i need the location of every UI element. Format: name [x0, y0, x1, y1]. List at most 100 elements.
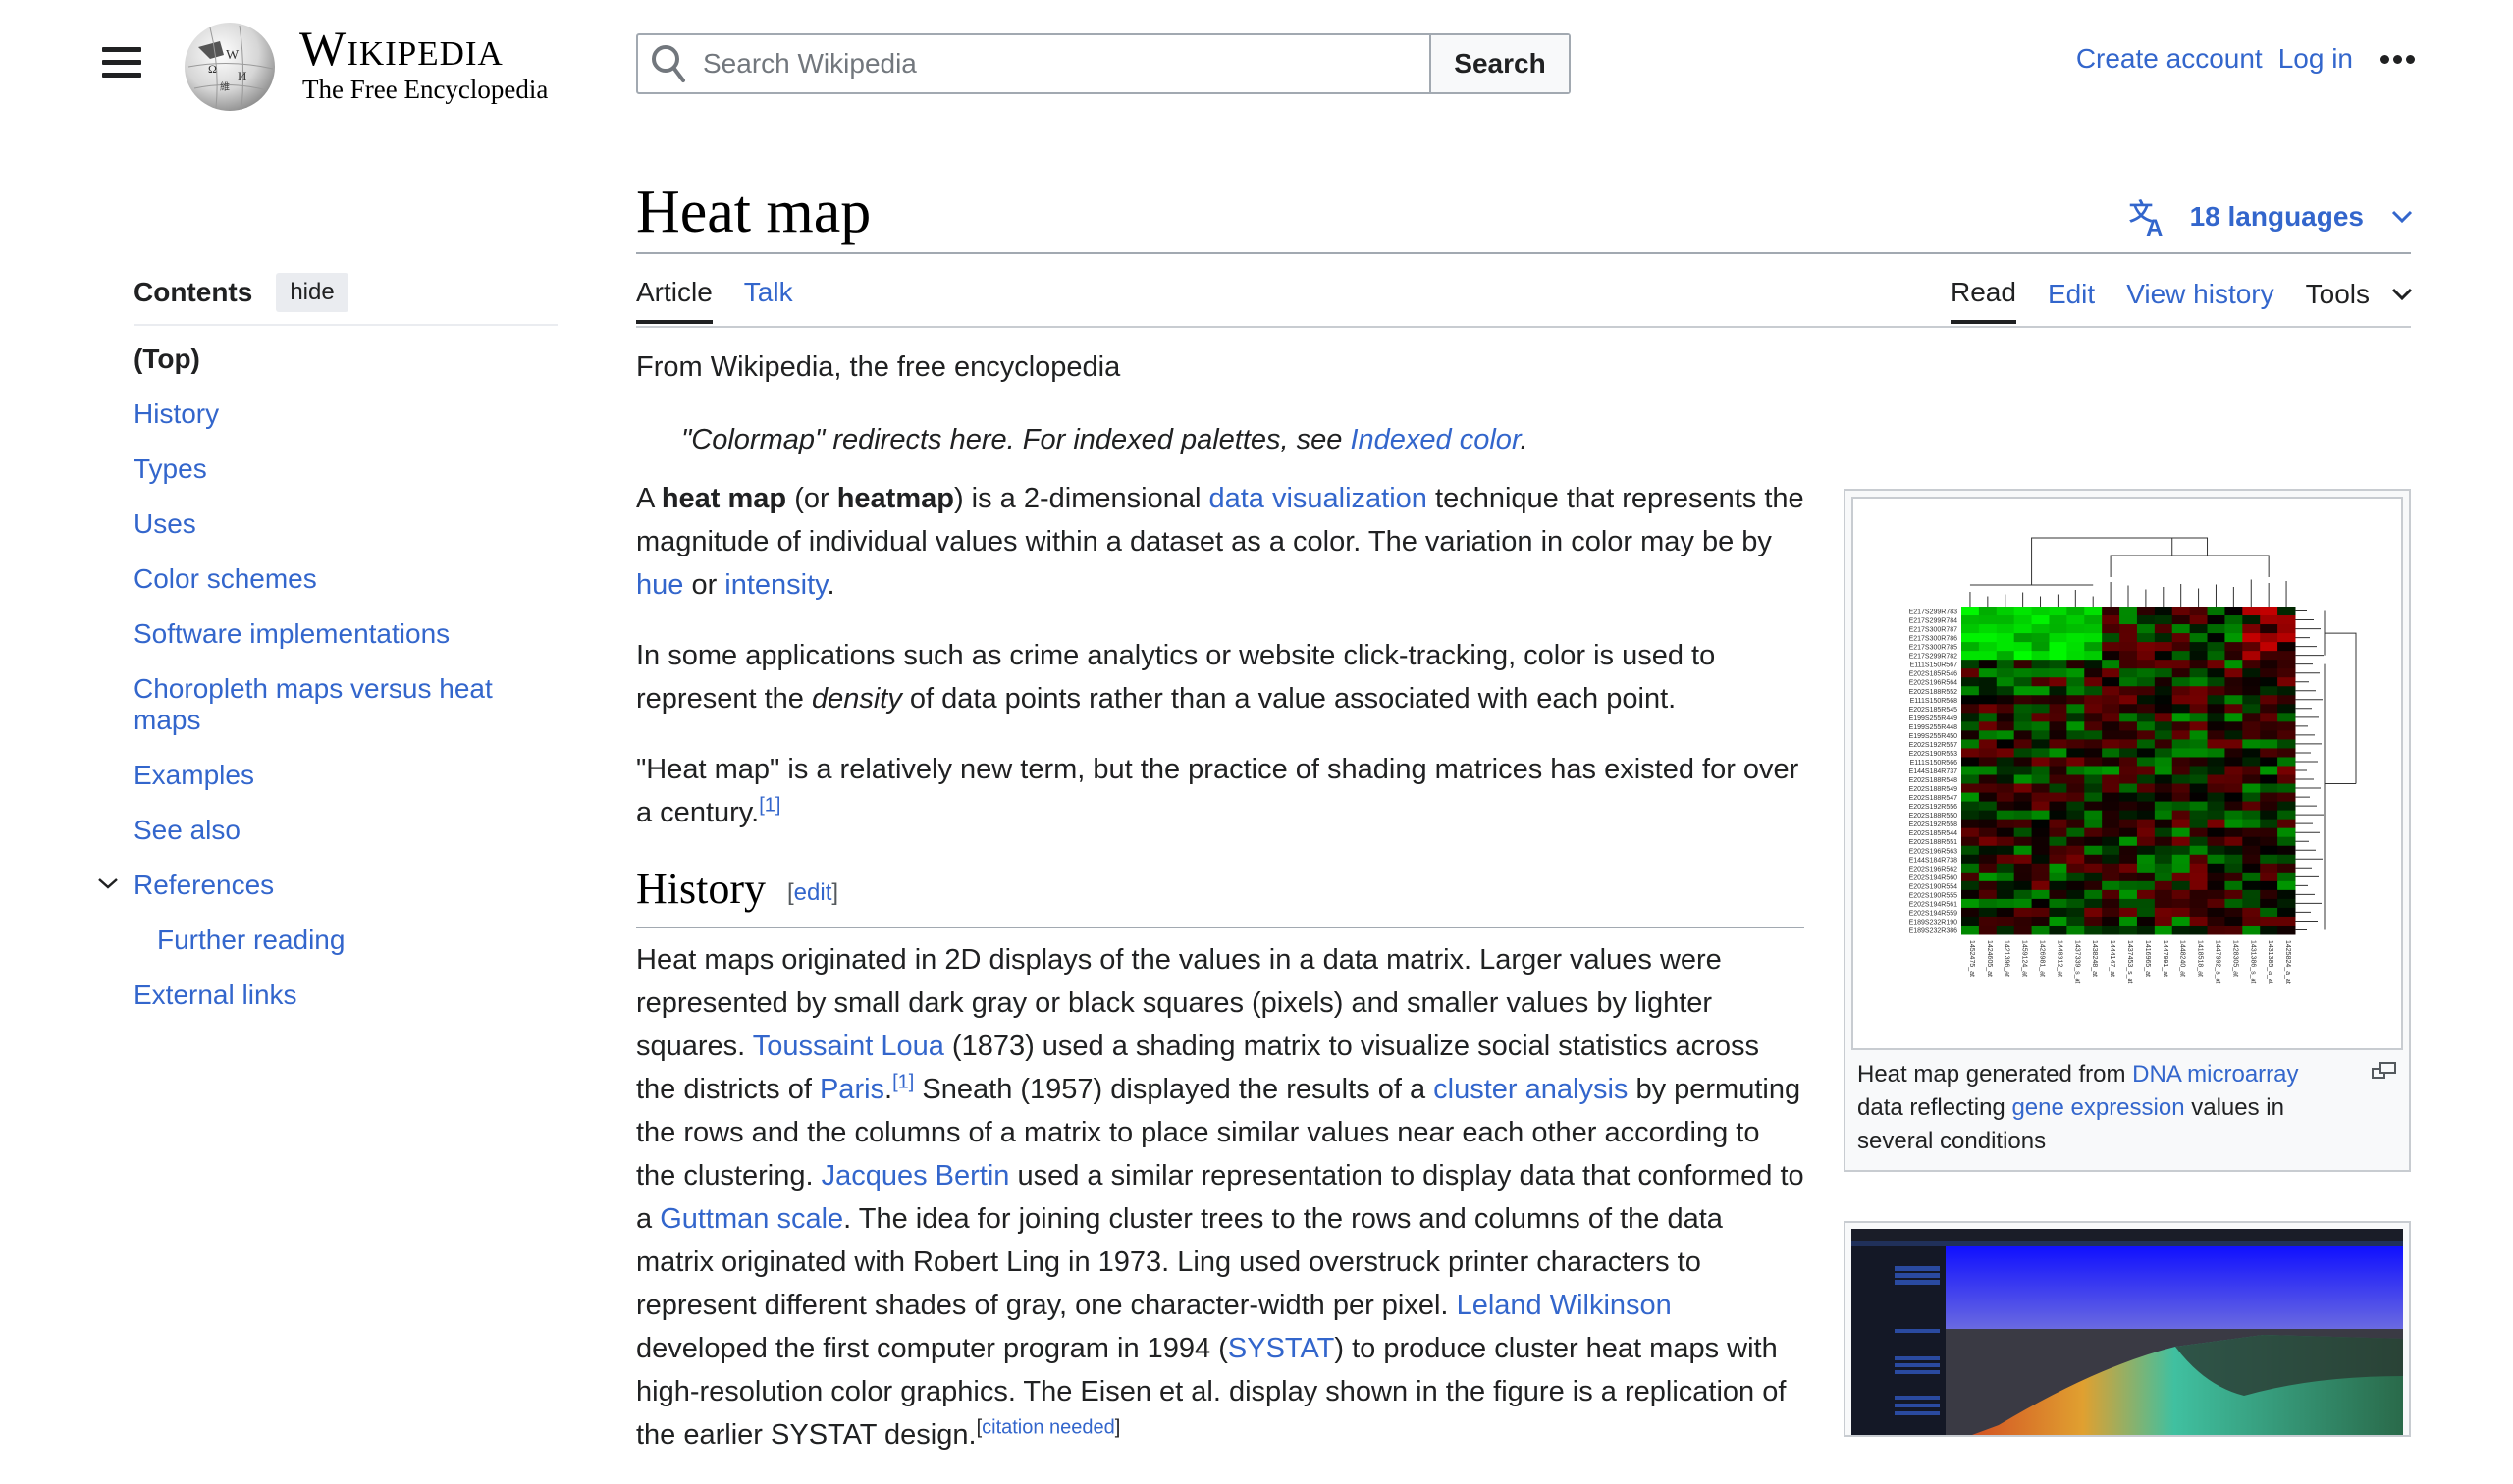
heatmap-cell	[2031, 872, 2050, 882]
heatmap-cell	[2154, 607, 2173, 616]
heatmap-row-label: E202S194R559	[1909, 910, 1958, 917]
tab-talk[interactable]: Talk	[744, 275, 793, 324]
heatmap-cell	[2154, 704, 2173, 714]
dna-microarray-link[interactable]: DNA microarray	[2132, 1061, 2298, 1087]
intensity-link[interactable]: intensity	[724, 569, 827, 601]
heatmap-cell	[2102, 748, 2120, 758]
heatmap-cell	[2207, 730, 2225, 740]
heatmap-cell	[2013, 739, 2033, 749]
heatmap-cell	[2119, 863, 2138, 874]
heatmap-cell	[2031, 642, 2050, 652]
heatmap-cell	[2084, 845, 2103, 856]
heatmap-cell	[2207, 863, 2225, 874]
heatmap-cell	[2066, 668, 2085, 678]
edit-section-link[interactable]: edit	[794, 879, 832, 906]
gene-expression-link[interactable]: gene expression	[2011, 1094, 2184, 1121]
heatmap-cell	[2260, 668, 2278, 678]
tab-read[interactable]: Read	[1951, 275, 2016, 324]
toc-item-color-schemes[interactable]: Color schemes	[134, 563, 558, 595]
toc-hide-button[interactable]: hide	[276, 273, 348, 312]
heatmap-cell	[2224, 898, 2243, 909]
tab-edit[interactable]: Edit	[2048, 277, 2095, 322]
heatmap-cell	[2102, 916, 2120, 927]
search-input[interactable]	[699, 35, 1429, 92]
data-visualization-link[interactable]: data visualization	[1208, 483, 1426, 514]
heatmap-cell	[2102, 730, 2120, 740]
heatmap-cell	[2013, 607, 2033, 616]
heatmap-cell	[2224, 686, 2243, 696]
heatmap-cell	[2136, 819, 2156, 829]
toc-item-uses[interactable]: Uses	[134, 508, 558, 540]
heatmap-col-label: 1431386_s_at	[2249, 940, 2256, 983]
heatmap-cell	[2207, 889, 2225, 900]
tools-label: Tools	[2305, 279, 2370, 309]
wikipedia-globe-logo[interactable]: W Ω И 維	[181, 20, 279, 112]
heatmap-cell	[2049, 898, 2067, 909]
heatmap-col-label: 1418518_at	[2197, 940, 2204, 977]
citation-needed-link[interactable]: citation needed	[982, 1416, 1115, 1438]
heatmap-cell	[1961, 704, 1980, 714]
heatmap-cell	[2031, 898, 2050, 909]
heatmap-cell	[2154, 819, 2173, 829]
languages-button[interactable]: 文 A 18 languages	[2129, 196, 2413, 238]
heatmap-cell	[2102, 739, 2120, 749]
heatmap-cell	[1996, 668, 2015, 678]
heatmap-row-label: E202S188R550	[1909, 813, 1958, 820]
hamburger-icon	[102, 47, 141, 52]
search-button[interactable]: Search	[1429, 35, 1569, 92]
toc-item-further-reading[interactable]: Further reading	[134, 925, 558, 956]
coverage-demo-image[interactable]	[1851, 1229, 2403, 1435]
wikipedia-wordmark[interactable]: Wikipedia The Free Encyclopedia	[299, 22, 548, 104]
hue-link[interactable]: hue	[636, 569, 683, 601]
toc-item-examples[interactable]: Examples	[134, 760, 558, 791]
toc-item-software-implementations[interactable]: Software implementations	[134, 618, 558, 650]
toc-item-history[interactable]: History	[134, 398, 558, 430]
enlarge-icon[interactable]	[2372, 1060, 2397, 1082]
reference-link[interactable]: [1]	[892, 1071, 914, 1092]
tab-view-history[interactable]: View history	[2126, 277, 2273, 322]
toc-item-top[interactable]: (Top)	[134, 344, 558, 375]
text: A	[636, 483, 662, 514]
tab-article[interactable]: Article	[636, 275, 713, 324]
main-menu-button[interactable]	[102, 47, 141, 80]
leland-wilkinson-link[interactable]: Leland Wilkinson	[1457, 1290, 1672, 1321]
heatmap-cell	[2171, 730, 2191, 740]
toussaint-loua-link[interactable]: Toussaint Loua	[753, 1031, 944, 1062]
heatmap-cell	[2102, 836, 2120, 847]
heatmap-cell	[2102, 854, 2120, 865]
jacques-bertin-link[interactable]: Jacques Bertin	[822, 1160, 1010, 1192]
create-account-link[interactable]: Create account	[2076, 43, 2263, 75]
heatmap-cell	[2049, 819, 2067, 829]
heatmap-cell	[2277, 836, 2296, 847]
tools-menu-button[interactable]: Tools	[2306, 277, 2413, 322]
heatmap-cell	[2119, 801, 2138, 812]
heatmap-cell	[2049, 730, 2067, 740]
heatmap-cell	[2224, 845, 2243, 856]
toc-item-choropleth-maps[interactable]: Choropleth maps versus heat maps	[134, 673, 558, 736]
cluster-analysis-link[interactable]: cluster analysis	[1433, 1074, 1628, 1105]
indexed-color-link[interactable]: Indexed color	[1350, 424, 1520, 455]
heatmap-cell	[2084, 624, 2103, 634]
reference-link[interactable]: [1]	[759, 794, 780, 816]
heatmap-cell	[1978, 854, 1998, 865]
guttman-scale-link[interactable]: Guttman scale	[660, 1203, 843, 1235]
heatmap-cell	[2119, 907, 2138, 918]
toc-item-types[interactable]: Types	[134, 453, 558, 485]
heatmap-cell	[1996, 766, 2015, 776]
heatmap-cell	[2207, 695, 2225, 705]
heatmap-cell	[2013, 863, 2033, 874]
chevron-down-icon[interactable]	[96, 872, 120, 895]
toc-item-external-links[interactable]: External links	[134, 980, 558, 1011]
paris-link[interactable]: Paris	[820, 1074, 884, 1105]
heatmap-cell	[2189, 827, 2209, 838]
systat-link[interactable]: SYSTAT	[1228, 1333, 1335, 1364]
heatmap-cell	[2242, 889, 2261, 900]
more-options-button[interactable]	[2380, 54, 2415, 64]
toc-item-see-also[interactable]: See also	[134, 815, 558, 846]
heatmap-cell	[2171, 624, 2191, 634]
heatmap-cell	[2013, 757, 2033, 767]
log-in-link[interactable]: Log in	[2278, 43, 2353, 75]
heatmap-cell	[2260, 889, 2278, 900]
toc-item-references[interactable]: References	[98, 870, 558, 901]
heatmap-image[interactable]: E217S299R783 E217S299R784 E217S300R787 E217…	[1851, 497, 2403, 1050]
